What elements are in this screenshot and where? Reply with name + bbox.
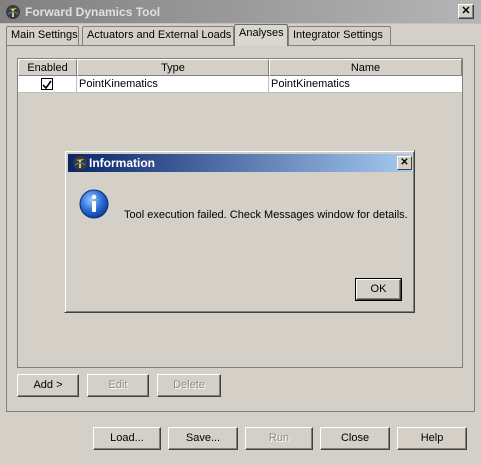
information-dialog: Information ✕ Tool execution failed. Che…: [64, 150, 415, 313]
dialog-message: Tool execution failed. Check Messages wi…: [124, 209, 408, 221]
table-header: Enabled Type Name: [18, 59, 462, 76]
app-icon: [6, 5, 20, 19]
table-row[interactable]: PointKinematics PointKinematics: [18, 76, 462, 93]
close-icon: ✕: [400, 157, 409, 168]
tab-label: Actuators and External Loads: [87, 29, 232, 41]
info-icon: [79, 189, 109, 219]
window-close-button[interactable]: ✕: [458, 4, 474, 19]
add-analysis-button[interactable]: Add >: [17, 374, 79, 397]
window-title: Forward Dynamics Tool: [25, 5, 161, 19]
save-button[interactable]: Save...: [168, 427, 238, 450]
run-button[interactable]: Run: [245, 427, 313, 450]
tab-label: Analyses: [239, 27, 284, 39]
enabled-checkbox[interactable]: [41, 78, 53, 90]
enabled-cell: [18, 76, 77, 93]
help-button[interactable]: Help: [397, 427, 467, 450]
app-icon: [73, 156, 87, 170]
tab-main-settings[interactable]: Main Settings: [6, 26, 79, 45]
column-header-type[interactable]: Type: [77, 59, 269, 76]
checkmark-icon: [42, 80, 52, 90]
tab-integrator-settings[interactable]: Integrator Settings: [288, 26, 391, 45]
dialog-title-bar[interactable]: Information ✕: [68, 154, 412, 172]
tab-label: Main Settings: [11, 29, 78, 41]
close-icon: ✕: [461, 5, 471, 17]
tab-analyses[interactable]: Analyses: [234, 24, 288, 46]
load-button[interactable]: Load...: [93, 427, 161, 450]
edit-analysis-button[interactable]: Edit: [87, 374, 149, 397]
ok-button[interactable]: OK: [355, 278, 402, 301]
dialog-close-button[interactable]: ✕: [397, 156, 412, 170]
tab-label: Integrator Settings: [293, 29, 383, 41]
tab-actuators-external-loads[interactable]: Actuators and External Loads: [82, 26, 234, 45]
column-header-enabled[interactable]: Enabled: [18, 59, 77, 76]
column-header-name[interactable]: Name: [269, 59, 462, 76]
type-cell: PointKinematics: [77, 76, 269, 93]
name-cell: PointKinematics: [271, 78, 350, 90]
delete-analysis-button[interactable]: Delete: [157, 374, 221, 397]
dialog-title: Information: [89, 156, 155, 170]
window-title-bar[interactable]: Forward Dynamics Tool ✕: [0, 0, 481, 24]
close-button[interactable]: Close: [320, 427, 390, 450]
